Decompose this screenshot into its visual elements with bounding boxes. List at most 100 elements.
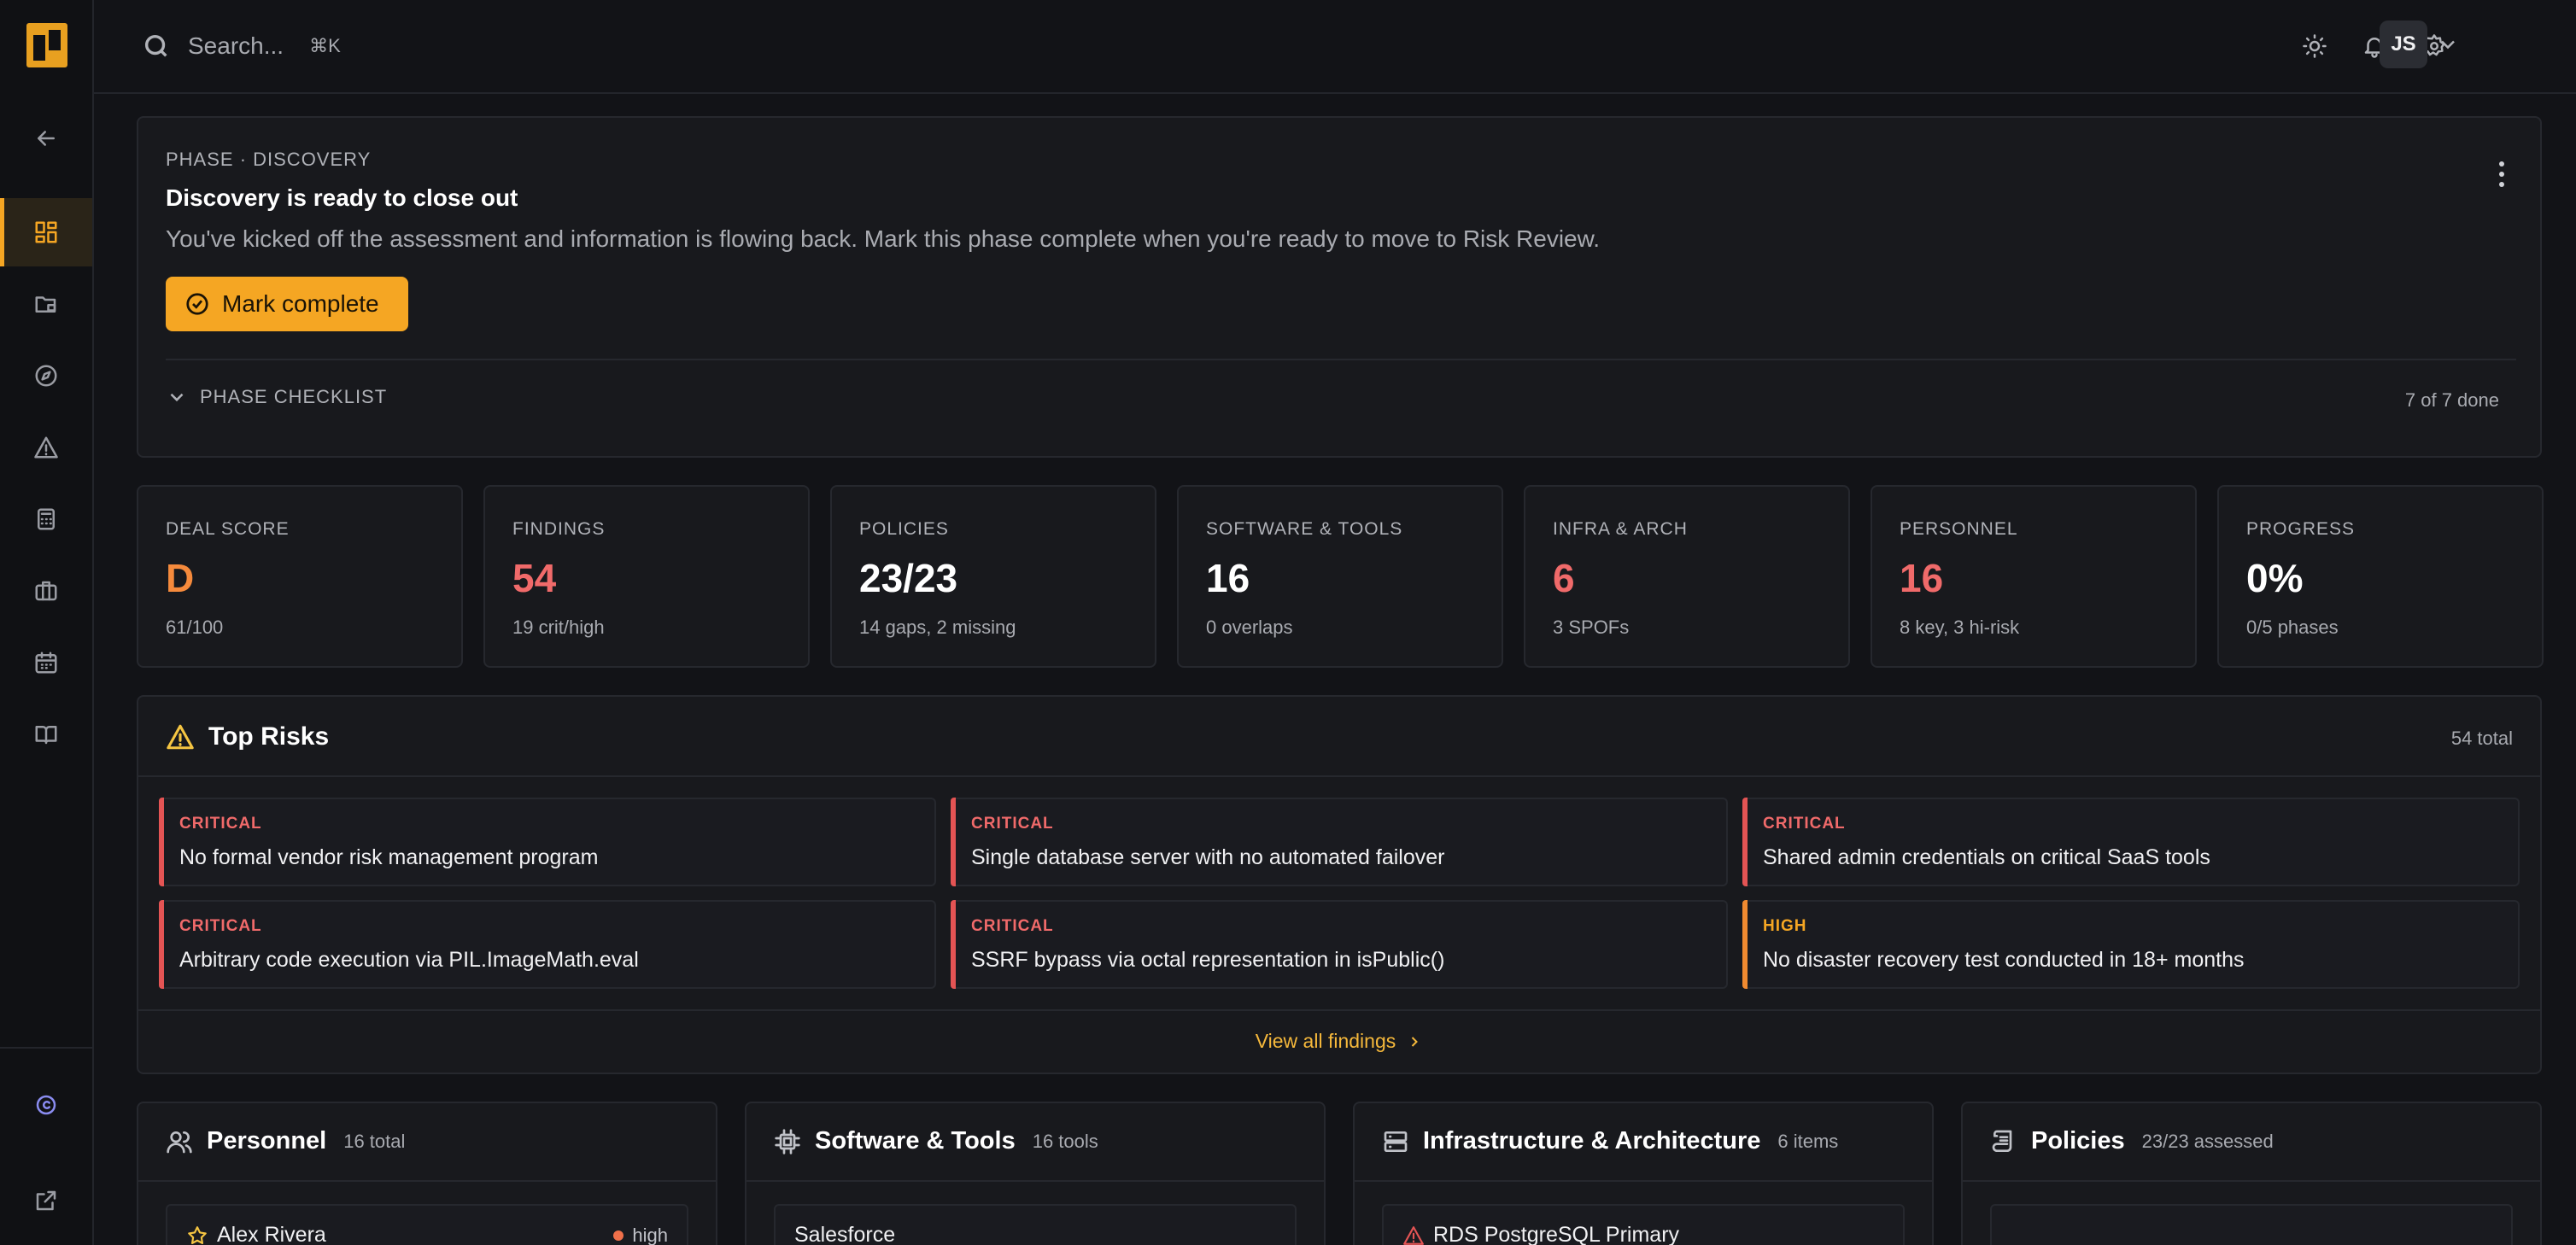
view-all-findings-link[interactable]: View all findings (138, 1030, 2540, 1053)
warning-icon (1403, 1225, 1424, 1245)
brand-mark-icon[interactable] (0, 1071, 92, 1139)
policies-count: 23/23 assessed (2141, 1130, 2274, 1152)
risk-dot (613, 1230, 624, 1241)
risk-severity: CRITICAL (179, 917, 262, 935)
calendar-icon[interactable] (0, 628, 92, 697)
theme-toggle-sun-icon[interactable] (2298, 29, 2332, 63)
warning-icon[interactable] (0, 413, 92, 482)
top-risks-card: Top Risks 54 total CRITICAL No formal ve… (137, 695, 2542, 1074)
search-shortcut: ⌘K (309, 35, 341, 56)
infrastructure-card: Infrastructure & Architecture 6 items RD… (1353, 1102, 1934, 1245)
stat-label: POLICIES (859, 519, 949, 539)
calculator-icon[interactable] (0, 485, 92, 553)
scroll-icon (1992, 1130, 2012, 1152)
phase-checklist-toggle[interactable]: PHASE CHECKLIST (166, 386, 387, 408)
risk-title: No disaster recovery test conducted in 1… (1763, 948, 2245, 972)
top-risks-title: Top Risks (208, 722, 330, 751)
search-placeholder: Search... (188, 32, 284, 59)
phase-title: Discovery is ready to close out (166, 184, 518, 211)
chevron-right-icon (1412, 1036, 1419, 1047)
stat-card-personnel[interactable]: PERSONNEL 16 8 key, 3 hi-risk (1871, 485, 2197, 668)
software-tools-card: Software & Tools 16 tools Salesforce (745, 1102, 1326, 1245)
list-item[interactable] (1990, 1204, 2513, 1245)
top-risks-total: 54 total (2450, 728, 2513, 749)
app-logo-icon[interactable] (26, 23, 67, 67)
phase-divider (166, 359, 2516, 360)
personnel-title: Personnel (207, 1127, 327, 1154)
divider (746, 1180, 1324, 1182)
software-item: Salesforce (794, 1223, 895, 1245)
list-item[interactable]: Alex Rivera high (166, 1204, 688, 1245)
risk-title: Single database server with no automated… (971, 845, 1445, 869)
divider (138, 775, 2540, 777)
policies-card: Policies 23/23 assessed (1961, 1102, 2542, 1245)
phase-description: You've kicked off the assessment and inf… (166, 225, 1601, 252)
stat-value: 16 (1206, 556, 1250, 600)
stat-value: 23/23 (859, 556, 958, 600)
list-item[interactable]: Salesforce (774, 1204, 1297, 1245)
stat-sub: 0 overlaps (1206, 617, 1293, 638)
stat-sub: 61/100 (166, 617, 224, 638)
stat-sub: 19 crit/high (512, 617, 605, 638)
folder-lock-icon[interactable] (0, 270, 92, 338)
infra-item: RDS PostgreSQL Primary (1402, 1223, 1679, 1245)
search-input[interactable]: Search... ⌘K (142, 26, 341, 67)
stat-card-infra-arch[interactable]: INFRA & ARCH 6 3 SPOFs (1524, 485, 1850, 668)
more-options-icon[interactable] (2489, 157, 2515, 191)
personnel-item: Alex Rivera (186, 1223, 326, 1245)
server-icon (1384, 1131, 1408, 1152)
cpu-chip-icon (775, 1128, 800, 1154)
stat-card-software-tools[interactable]: SOFTWARE & TOOLS 16 0 overlaps (1177, 485, 1503, 668)
stat-card-findings[interactable]: FINDINGS 54 19 crit/high (483, 485, 810, 668)
risk-severity: HIGH (1763, 917, 1807, 935)
phase-checklist-label: PHASE CHECKLIST (200, 386, 388, 407)
stat-sub: 0/5 phases (2246, 617, 2339, 638)
risk-badge-label: high (632, 1225, 668, 1245)
mark-complete-button[interactable]: Mark complete (166, 277, 408, 331)
policies-title: Policies (2031, 1127, 2125, 1154)
divider (138, 1009, 2540, 1011)
risk-title: Arbitrary code execution via PIL.ImageMa… (179, 948, 639, 972)
book-open-icon[interactable] (0, 700, 92, 769)
stat-card-policies[interactable]: POLICIES 23/23 14 gaps, 2 missing (830, 485, 1156, 668)
chevron-down-icon[interactable] (2436, 32, 2460, 56)
divider (1963, 1180, 2540, 1182)
check-circle-icon (186, 293, 208, 315)
dashboard-icon[interactable] (0, 198, 92, 266)
stat-card-deal-score[interactable]: DEAL SCORE D 61/100 (137, 485, 463, 668)
stat-value: 0% (2246, 556, 2304, 600)
risk-item[interactable]: CRITICAL No formal vendor risk managemen… (159, 798, 936, 886)
software-title: Software & Tools (815, 1127, 1016, 1154)
stat-label: PROGRESS (2246, 519, 2356, 539)
software-name: Salesforce (794, 1223, 896, 1245)
top-risks-header: Top Risks (166, 722, 329, 751)
infra-count: 6 items (1777, 1130, 1839, 1152)
policies-header: Policies 23/23 assessed (1990, 1127, 2274, 1155)
risk-item[interactable]: CRITICAL Shared admin credentials on cri… (1742, 798, 2520, 886)
risk-item[interactable]: CRITICAL Single database server with no … (951, 798, 1728, 886)
stat-value: 16 (1900, 556, 1944, 600)
user-avatar[interactable]: JS (2380, 20, 2427, 68)
back-arrow-icon[interactable] (0, 104, 92, 172)
risk-item[interactable]: CRITICAL Arbitrary code execution via PI… (159, 900, 936, 989)
risk-item[interactable]: CRITICAL SSRF bypass via octal represent… (951, 900, 1728, 989)
phase-checklist-count: 7 of 7 done (2404, 389, 2499, 411)
chevron-down-icon (170, 393, 184, 402)
stat-card-progress[interactable]: PROGRESS 0% 0/5 phases (2217, 485, 2544, 668)
risk-severity: CRITICAL (971, 917, 1054, 935)
briefcase-icon[interactable] (0, 557, 92, 625)
mark-complete-label: Mark complete (222, 290, 379, 317)
personnel-card: Personnel 16 total Alex Rivera high (137, 1102, 717, 1245)
compass-icon[interactable] (0, 342, 92, 410)
warning-icon (167, 724, 194, 750)
sidebar-divider (0, 1047, 92, 1049)
risk-title: Shared admin credentials on critical Saa… (1763, 845, 2210, 869)
external-link-icon[interactable] (0, 1166, 92, 1235)
software-header: Software & Tools 16 tools (774, 1127, 1098, 1155)
stat-value: 6 (1553, 556, 1575, 600)
risk-title: SSRF bypass via octal representation in … (971, 948, 1445, 972)
list-item[interactable]: RDS PostgreSQL Primary (1382, 1204, 1905, 1245)
phase-label: PHASE · DISCOVERY (166, 149, 372, 170)
stat-sub: 14 gaps, 2 missing (859, 617, 1016, 638)
risk-item[interactable]: HIGH No disaster recovery test conducted… (1742, 900, 2520, 989)
